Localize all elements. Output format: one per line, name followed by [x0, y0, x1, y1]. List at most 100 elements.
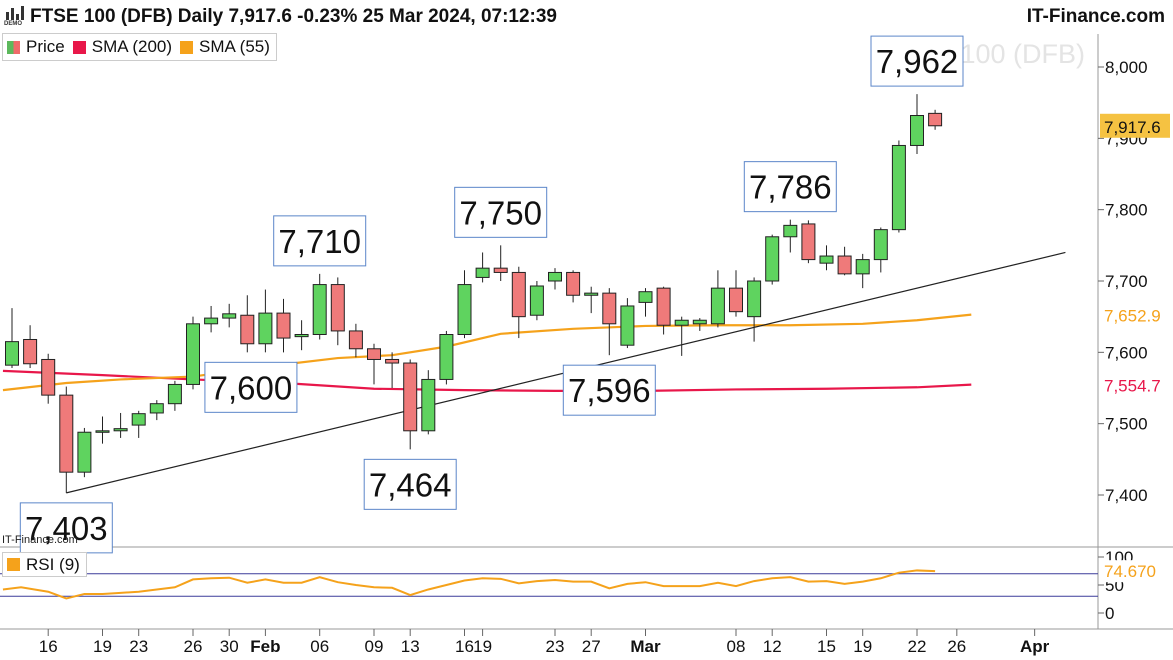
rsi-value-label: 74.670: [1104, 562, 1156, 581]
legend-label: SMA (200): [91, 37, 173, 56]
candle-body: [891, 144, 906, 231]
rsi-y-tick-label: 0: [1105, 604, 1114, 623]
x-tick-label: 09: [365, 637, 384, 656]
annotation-label: 7,600: [210, 369, 293, 406]
annotation-label: 7,596: [568, 372, 651, 409]
candle-body: [710, 287, 725, 325]
legend-label: SMA (55): [199, 37, 270, 56]
candle-body: [23, 338, 38, 365]
annotation-label: 7,750: [459, 194, 542, 231]
price-legend: Price SMA (200) SMA (55): [2, 33, 277, 61]
x-tick-label: 12: [763, 637, 782, 656]
x-tick-label: 16: [455, 637, 474, 656]
candle-body: [620, 305, 635, 346]
last-price-label: 7,917.6: [1104, 118, 1161, 137]
candle-body: [638, 291, 653, 303]
candle-body: [475, 267, 490, 278]
y-tick-label: 8,000: [1105, 58, 1148, 77]
price-swatch-icon: [7, 40, 20, 54]
candle-body: [113, 428, 128, 432]
y-tick-label: 7,700: [1105, 272, 1148, 291]
candle-body: [837, 255, 852, 275]
x-tick-label: 16: [39, 637, 58, 656]
candle-body: [529, 285, 544, 316]
annotation-label: 7,710: [278, 223, 361, 260]
candle-body: [910, 115, 924, 146]
candle-body: [149, 403, 164, 414]
candle-body: [439, 334, 454, 380]
x-tick-label: 19: [853, 637, 872, 656]
candle-body: [783, 224, 798, 238]
x-tick-label: 23: [546, 637, 565, 656]
demo-logo-icon: DEMO: [4, 5, 26, 27]
candle-body: [819, 255, 834, 264]
y-tick-label: 7,400: [1105, 486, 1148, 505]
sma200-value-label: 7,554.7: [1104, 377, 1161, 396]
candle-body: [367, 348, 381, 360]
candle-body: [656, 287, 671, 326]
brand-name[interactable]: IT-Finance.com: [1027, 6, 1165, 28]
legend-item-sma200[interactable]: SMA (200): [72, 37, 173, 57]
candle-body: [765, 236, 780, 282]
candle-body: [421, 378, 436, 432]
candle-body: [511, 271, 526, 318]
chart-header: DEMO FTSE 100 (DFB) Daily 7,917.6 -0.23%…: [0, 0, 1173, 34]
candle-body: [747, 280, 762, 318]
candle-body: [59, 394, 74, 473]
x-tick-label: 19: [473, 637, 492, 656]
x-tick-label: 23: [129, 637, 148, 656]
candle-body: [258, 312, 273, 345]
chart-canvas: FTSE 100 (DFB)7,4007,5007,6007,7007,8007…: [0, 34, 1173, 656]
legend-item-price[interactable]: Price: [7, 37, 65, 57]
candle-body: [692, 319, 707, 325]
x-tick-label: 06: [310, 637, 329, 656]
chart-title: FTSE 100 (DFB) Daily 7,917.6 -0.23% 25 M…: [30, 6, 557, 27]
y-tick-label: 7,500: [1105, 415, 1148, 434]
x-tick-label: 27: [582, 637, 601, 656]
rsi-swatch-icon: [7, 558, 20, 571]
sma55-value-label: 7,652.9: [1104, 307, 1161, 326]
x-tick-label: 26: [947, 637, 966, 656]
x-tick-label: 30: [220, 637, 239, 656]
candle-body: [385, 358, 400, 364]
rsi-line: [2, 569, 936, 600]
candle-body: [493, 267, 508, 273]
candle-body: [5, 341, 19, 366]
candle-body: [276, 312, 291, 339]
candle-body: [41, 358, 56, 396]
x-tick-label: Apr: [1020, 637, 1050, 656]
y-tick-label: 7,800: [1105, 201, 1148, 220]
candle-body: [403, 362, 418, 432]
candle-body: [186, 323, 200, 385]
candle-body: [222, 313, 237, 319]
candle-body: [240, 314, 255, 345]
x-tick-label: 15: [817, 637, 836, 656]
sma200-swatch-icon: [72, 40, 86, 54]
candle-body: [167, 383, 182, 405]
annotation-label: 7,786: [749, 169, 832, 206]
candle-body: [548, 271, 562, 282]
candle-body: [330, 284, 345, 332]
x-tick-label: Feb: [250, 637, 280, 656]
legend-label: Price: [26, 37, 65, 56]
candle-body: [131, 413, 146, 426]
candle-body: [457, 284, 472, 336]
y-tick-label: 7,600: [1105, 343, 1148, 362]
candle-body: [855, 259, 870, 275]
candle-body: [294, 334, 309, 338]
logo-text: DEMO: [4, 21, 22, 27]
legend-item-sma55[interactable]: SMA (55): [180, 37, 270, 57]
candle-body: [77, 431, 92, 473]
candle-body: [729, 287, 743, 313]
annotation-label: 7,962: [876, 43, 959, 80]
candle-body: [801, 223, 816, 261]
candle-body: [873, 229, 888, 261]
x-tick-label: 08: [727, 637, 746, 656]
rsi-legend[interactable]: RSI (9): [2, 552, 87, 577]
x-tick-label: Mar: [630, 637, 661, 656]
candle-body: [584, 292, 599, 296]
candle-body: [674, 319, 689, 326]
sma55-swatch-icon: [180, 40, 194, 54]
x-tick-label: 26: [184, 637, 203, 656]
candle-body: [348, 330, 363, 350]
